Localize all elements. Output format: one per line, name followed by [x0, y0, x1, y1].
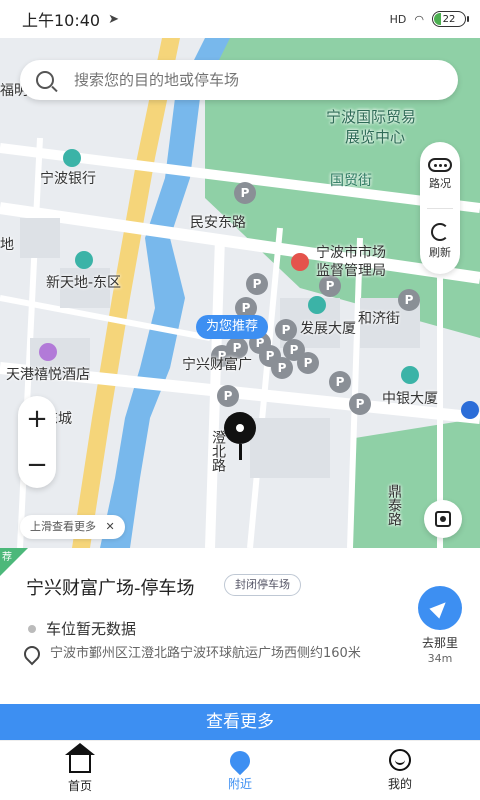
- locate-icon: [435, 511, 451, 527]
- nearby-icon: [225, 746, 255, 776]
- recommend-bubble[interactable]: 为您推荐: [196, 315, 269, 339]
- navigate-button[interactable]: [418, 586, 462, 630]
- parking-address-text: 宁波市鄞州区江澄北路宁波环球航运广场西侧约160米: [50, 646, 361, 661]
- status-dot-icon: [28, 624, 36, 633]
- parking-status: 车位暂无数据: [28, 618, 136, 639]
- svg-text:P: P: [405, 293, 414, 307]
- svg-text:P: P: [326, 279, 335, 293]
- tab-bar: 首页 附近 我的: [0, 740, 480, 800]
- network-label: HD: [389, 12, 407, 26]
- map-label-heji: 和济街: [358, 311, 400, 327]
- svg-text:P: P: [266, 349, 275, 363]
- recommend-tag-text: 荐: [2, 552, 12, 563]
- svg-text:P: P: [282, 323, 291, 337]
- tab-home[interactable]: 首页: [0, 741, 160, 800]
- swipe-hint: 上滑查看更多 ✕: [20, 515, 125, 539]
- map-label-market-2: 监督管理局: [316, 263, 386, 279]
- refresh-button[interactable]: 刷新: [420, 209, 460, 275]
- locate-button[interactable]: [424, 500, 462, 538]
- home-icon: [65, 743, 95, 773]
- tab-me[interactable]: 我的: [320, 741, 480, 800]
- zoom-out-button[interactable]: −: [26, 452, 48, 478]
- svg-text:P: P: [224, 389, 233, 403]
- map-label-tiangang: 天港禧悦酒店: [6, 367, 90, 383]
- parking-card[interactable]: 荐 宁兴财富广场-停车场 封闭停车场 车位暂无数据 宁波市鄞州区江澄北路宁波环球…: [0, 548, 480, 704]
- map-label-exhibition-2: 展览中心: [345, 128, 406, 146]
- distance-label: 34m: [427, 652, 453, 665]
- svg-text:P: P: [336, 375, 345, 389]
- zoom-controls: + −: [18, 396, 56, 488]
- map-label-bank: 宁波银行: [40, 171, 96, 187]
- map-label-guomao: 国贸街: [330, 173, 372, 189]
- svg-text:P: P: [241, 186, 250, 200]
- status-bar: 上午10:40 ➤ HD ◠ 22: [0, 0, 480, 38]
- map-tools: 路况 刷新: [420, 142, 460, 274]
- traffic-label: 路况: [429, 177, 451, 191]
- parking-title: 宁兴财富广场-停车场: [26, 578, 195, 599]
- svg-text:P: P: [290, 343, 299, 357]
- wifi-icon: ◠: [414, 12, 424, 26]
- svg-text:P: P: [278, 361, 287, 375]
- search-input[interactable]: [74, 71, 414, 89]
- close-icon[interactable]: ✕: [106, 520, 115, 533]
- map-label-minan: 民安东路: [190, 215, 246, 231]
- refresh-icon: [431, 222, 449, 241]
- navigation-arrow-icon: [429, 597, 451, 619]
- tab-nearby-label: 附近: [227, 777, 252, 791]
- parking-status-text: 车位暂无数据: [46, 620, 137, 638]
- tab-nearby[interactable]: 附近: [160, 741, 320, 800]
- map-label-tu: 地: [0, 237, 14, 253]
- map-label-dingtai: 鼎泰路: [386, 484, 402, 526]
- search-icon: [36, 71, 54, 89]
- map-view[interactable]: PPP PPP PPP PPP PPP PP 福明 地 宁波国际贸易 展览中心 …: [0, 38, 480, 548]
- view-more-button[interactable]: 查看更多: [0, 704, 480, 740]
- tab-me-label: 我的: [387, 777, 412, 791]
- svg-text:P: P: [242, 301, 251, 315]
- map-label-zhongyin: 中银大厦: [382, 391, 438, 407]
- svg-text:P: P: [253, 277, 262, 291]
- battery-level: 22: [442, 13, 456, 25]
- map-label-exhibition-1: 宁波国际贸易: [326, 108, 417, 126]
- traffic-button[interactable]: 路况: [420, 142, 460, 208]
- parking-type-badge: 封闭停车场: [224, 574, 301, 596]
- location-icon: [20, 642, 44, 666]
- parking-address: 宁波市鄞州区江澄北路宁波环球航运广场西侧约160米: [20, 642, 374, 666]
- refresh-label: 刷新: [429, 245, 451, 259]
- search-bar[interactable]: [20, 60, 458, 100]
- zoom-in-button[interactable]: +: [26, 406, 48, 432]
- map-label-ningxing: 宁兴财富广: [182, 357, 252, 373]
- status-right: HD ◠ 22: [389, 11, 469, 27]
- me-icon: [389, 749, 411, 771]
- location-pin-icon: [224, 412, 256, 460]
- battery-icon: 22: [432, 11, 469, 27]
- navigate-label[interactable]: 去那里: [414, 634, 466, 651]
- navigation-icon: ➤: [108, 11, 120, 27]
- map-label-market-1: 宁波市市场: [316, 245, 386, 261]
- traffic-icon: [428, 158, 452, 173]
- svg-text:P: P: [356, 397, 365, 411]
- swipe-hint-text: 上滑查看更多: [30, 520, 96, 533]
- svg-text:P: P: [233, 341, 242, 355]
- map-label-xintiandi: 新天地-东区: [46, 275, 122, 291]
- status-time: 上午10:40: [22, 11, 101, 30]
- map-label-tower: 发展大厦: [300, 321, 356, 337]
- svg-text:P: P: [304, 356, 313, 370]
- tab-home-label: 首页: [67, 779, 92, 793]
